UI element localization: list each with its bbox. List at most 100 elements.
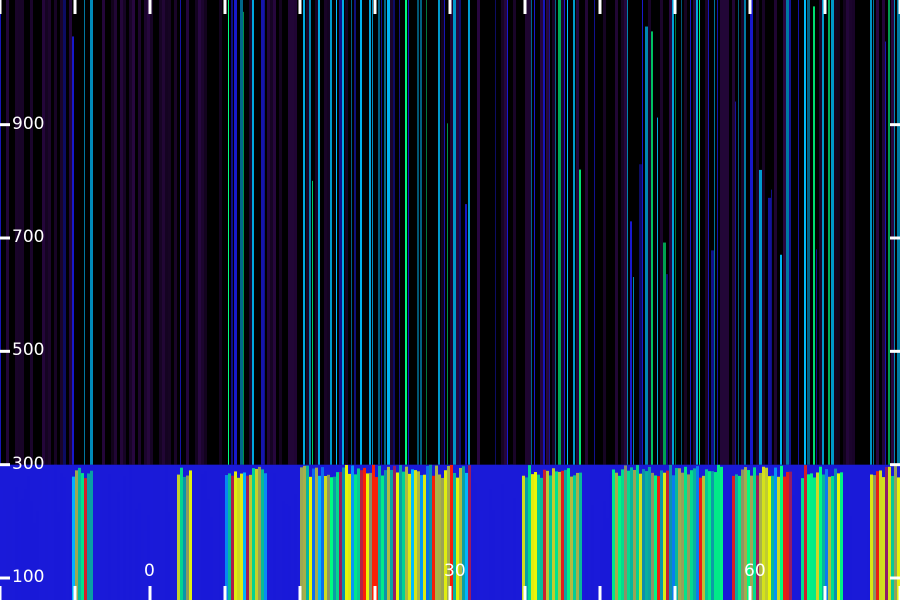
upper-noise xyxy=(741,0,744,465)
lower-energy-column xyxy=(624,465,627,600)
lower-energy-column xyxy=(738,475,741,600)
upper-noise xyxy=(756,0,759,465)
lower-energy-column xyxy=(858,491,861,600)
upper-streak xyxy=(408,0,409,465)
lower-energy-column xyxy=(306,465,309,600)
lower-energy-column xyxy=(867,530,870,600)
upper-streak xyxy=(807,0,810,465)
upper-noise xyxy=(660,0,663,465)
upper-streak xyxy=(750,0,753,465)
upper-noise xyxy=(345,0,348,465)
upper-noise xyxy=(129,0,132,465)
lower-energy-column xyxy=(357,468,360,600)
lower-energy-column xyxy=(237,477,240,600)
lower-energy-column xyxy=(315,467,318,600)
upper-noise xyxy=(162,0,165,465)
lower-energy-column xyxy=(201,474,204,600)
lower-energy-column xyxy=(546,470,549,600)
lower-energy-column xyxy=(51,526,54,600)
upper-noise xyxy=(60,0,63,465)
lower-energy-column xyxy=(402,471,405,600)
upper-streak xyxy=(789,0,791,465)
lower-energy-column xyxy=(702,475,705,600)
lower-energy-column xyxy=(303,465,306,600)
lower-energy-column xyxy=(528,465,531,600)
upper-streak xyxy=(627,0,628,465)
upper-streak xyxy=(651,31,653,465)
lower-energy-column xyxy=(477,520,480,600)
lower-energy-column xyxy=(63,477,66,600)
lower-energy-column xyxy=(156,482,159,600)
upper-streak xyxy=(444,0,445,465)
lower-energy-column xyxy=(525,477,528,600)
lower-energy-column xyxy=(408,473,411,600)
lower-energy-column xyxy=(174,529,177,600)
lower-energy-column xyxy=(330,477,333,600)
upper-streak xyxy=(744,0,746,465)
upper-noise xyxy=(561,0,564,465)
upper-noise xyxy=(684,0,687,465)
upper-streak xyxy=(453,0,456,465)
upper-streak xyxy=(672,0,674,465)
lower-energy-column xyxy=(726,521,729,600)
lower-energy-column xyxy=(162,472,165,600)
lower-energy-column xyxy=(567,468,570,600)
lower-energy-column xyxy=(774,467,777,600)
upper-streak xyxy=(798,0,799,465)
upper-streak xyxy=(675,0,676,465)
lower-energy-column xyxy=(723,501,726,600)
upper-streak xyxy=(72,36,74,465)
upper-streak xyxy=(630,221,632,465)
upper-streak xyxy=(507,0,508,465)
lower-energy-column xyxy=(0,486,3,600)
lower-energy-column xyxy=(855,493,858,600)
lower-energy-column xyxy=(381,475,384,600)
y-tick-label: 500 xyxy=(12,340,45,361)
lower-energy-column xyxy=(891,475,894,600)
lower-energy-column xyxy=(414,470,417,600)
upper-noise xyxy=(201,0,204,465)
upper-streak xyxy=(690,0,691,465)
lower-energy-column xyxy=(81,473,84,600)
lower-energy-column xyxy=(864,482,867,600)
lower-energy-column xyxy=(831,475,834,600)
lower-energy-column xyxy=(222,468,225,600)
lower-energy-column xyxy=(594,499,597,600)
upper-noise xyxy=(174,0,177,465)
lower-energy-column xyxy=(426,466,429,600)
upper-streak xyxy=(696,0,698,465)
lower-energy-column xyxy=(267,485,270,600)
lower-energy-column xyxy=(507,512,510,600)
lower-energy-column xyxy=(234,471,237,600)
upper-noise xyxy=(138,0,141,465)
lower-energy-column xyxy=(138,503,141,600)
lower-energy-column xyxy=(654,475,657,600)
upper-streak xyxy=(657,117,658,465)
lower-energy-column xyxy=(693,468,696,600)
upper-noise xyxy=(546,0,549,465)
lower-energy-column xyxy=(732,475,735,600)
lower-energy-column xyxy=(171,519,174,600)
upper-streak xyxy=(663,242,666,465)
upper-streak xyxy=(870,0,872,465)
upper-noise xyxy=(111,0,114,465)
lower-energy-column xyxy=(114,495,117,600)
lower-energy-column xyxy=(630,467,633,600)
lower-energy-column xyxy=(819,466,822,600)
upper-streak xyxy=(804,0,806,465)
lower-energy-column xyxy=(573,475,576,600)
upper-noise xyxy=(150,0,153,465)
lower-energy-column xyxy=(336,472,339,600)
upper-streak xyxy=(387,0,390,465)
lower-energy-column xyxy=(885,467,888,600)
lower-energy-column xyxy=(714,472,717,600)
lower-energy-column xyxy=(243,472,246,600)
upper-streak xyxy=(336,0,337,465)
lower-energy-column xyxy=(690,470,693,600)
upper-noise xyxy=(45,0,48,465)
lower-energy-column xyxy=(666,470,669,600)
lower-energy-column xyxy=(360,470,363,600)
lower-energy-column xyxy=(813,477,816,600)
lower-energy-column xyxy=(321,467,324,600)
lower-energy-column xyxy=(372,464,375,600)
